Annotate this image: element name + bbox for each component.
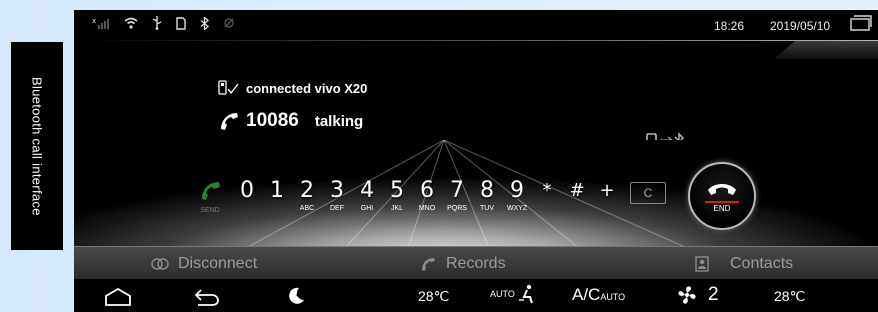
records-button[interactable]: Records (420, 255, 506, 273)
send-call-icon (202, 182, 220, 200)
key-star[interactable]: * (532, 178, 562, 204)
head-unit-screen: x 18:26 2 019/05/10 connected vivo X20 10… (74, 10, 878, 312)
key-6[interactable]: 6 MNO (412, 178, 442, 213)
fan-control[interactable]: 2 (676, 284, 719, 306)
key-7[interactable]: 7 PQRS (442, 178, 472, 213)
hangup-icon (708, 183, 736, 195)
disconnect-icon (151, 258, 169, 270)
home-icon[interactable] (104, 287, 132, 307)
signal-icon: x (92, 17, 109, 29)
call-state: talking (314, 112, 364, 130)
fan-level: 2 (708, 284, 719, 305)
status-bar: x 18:26 2019/05/10 (74, 10, 878, 40)
ac-button[interactable]: A/CAUTO (572, 285, 625, 305)
status-time: 18:26 (714, 19, 745, 33)
temp-left[interactable]: 28℃ (418, 288, 449, 305)
connection-status: connected vivo X20 (218, 80, 367, 96)
key-hash[interactable]: # (562, 178, 592, 204)
call-status: 10086 talking (218, 110, 363, 132)
status-date: 2019/05/10 (770, 19, 831, 33)
auto-label: AUTO (490, 289, 515, 299)
contacts-button[interactable]: Contacts (694, 255, 793, 273)
key-3[interactable]: 3 DEF (322, 178, 352, 213)
auto-climate-button[interactable]: AUTO (490, 284, 534, 304)
key-8[interactable]: 8 TUV (472, 178, 502, 213)
key-2[interactable]: 2 ABC (292, 178, 322, 213)
contacts-label: Contacts (730, 255, 794, 272)
clear-button[interactable]: C (630, 182, 666, 204)
key-4[interactable]: 4 GHI (352, 178, 382, 213)
end-accent-line (705, 200, 739, 203)
end-call-button[interactable]: END (688, 162, 756, 230)
call-number: 10086 (246, 110, 299, 131)
gps-icon (224, 18, 234, 28)
phone-handset-icon (221, 113, 238, 130)
disconnect-label: Disconnect (178, 255, 258, 272)
back-icon[interactable] (194, 288, 220, 306)
records-label: Records (446, 255, 506, 272)
send-button[interactable]: SEND (196, 178, 224, 214)
usb-icon (152, 16, 162, 30)
bluetooth-icon (200, 16, 209, 30)
night-mode-icon[interactable] (286, 286, 306, 306)
action-bar: Disconnect Records Contacts (74, 246, 878, 279)
seat-airflow-icon (518, 284, 533, 304)
side-caption: Bluetooth call interface (11, 42, 63, 250)
side-caption-text: Bluetooth call interface (29, 76, 45, 216)
ac-label: A/C (572, 285, 601, 304)
sd-card-icon (176, 16, 186, 30)
key-plus[interactable]: + (592, 178, 622, 204)
key-9[interactable]: 9 WXYZ (502, 178, 532, 213)
wifi-icon (124, 17, 138, 29)
svg-text:x: x (92, 17, 96, 25)
key-1[interactable]: 1 (262, 178, 292, 204)
end-label: END (713, 203, 731, 213)
send-label: SEND (200, 207, 220, 214)
clear-label: C (643, 186, 653, 200)
phone-check-icon (218, 80, 239, 95)
decorative-swoosh (774, 41, 878, 59)
bottom-dock: 28℃ AUTO A/CAUTO 2 28℃ (74, 280, 878, 312)
temp-right[interactable]: 28℃ (774, 288, 805, 305)
key-5[interactable]: 5 JKL (382, 178, 412, 213)
fan-icon (678, 286, 696, 304)
key-0[interactable]: 0 (232, 178, 262, 204)
connection-text: connected vivo X20 (246, 80, 368, 96)
window-icon[interactable] (850, 15, 872, 31)
disconnect-button[interactable]: Disconnect (150, 255, 257, 273)
contacts-icon (695, 256, 709, 272)
ac-sub-label: AUTO (600, 292, 626, 302)
records-icon (422, 258, 435, 271)
status-divider (74, 40, 878, 41)
